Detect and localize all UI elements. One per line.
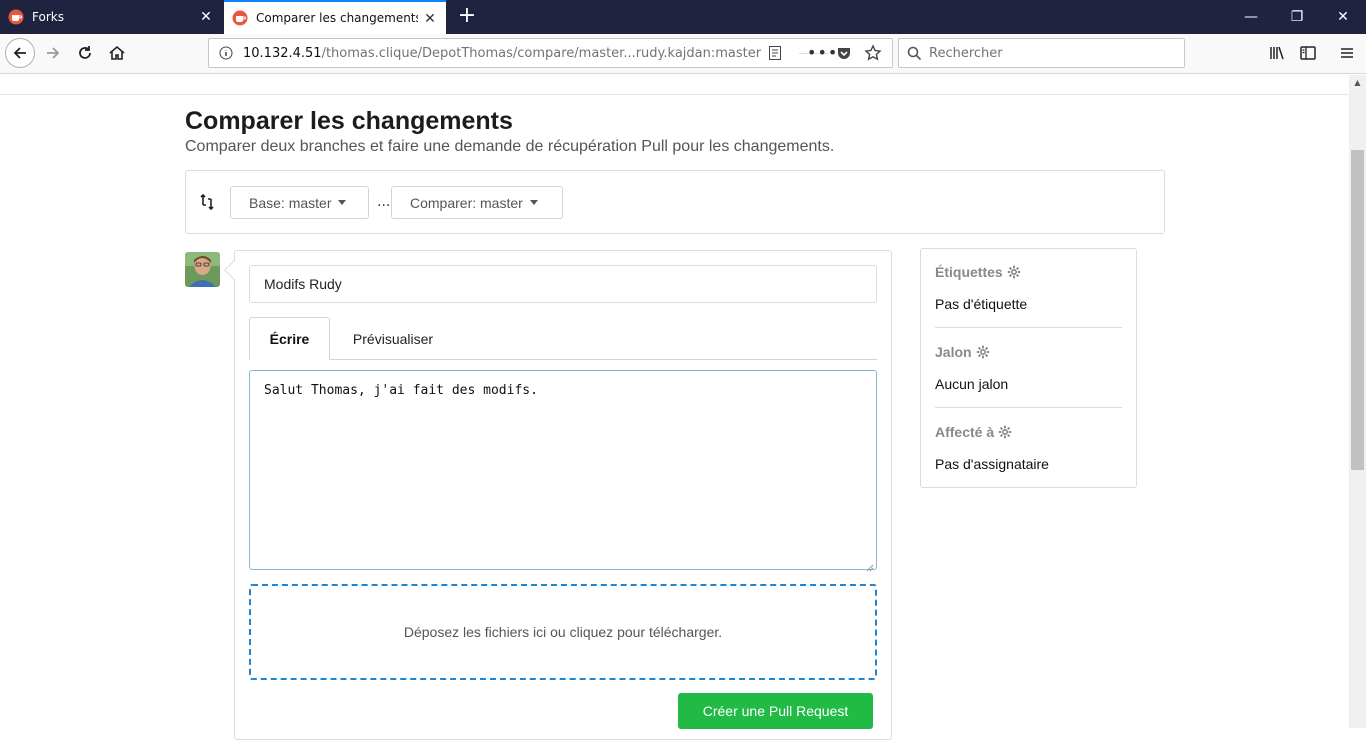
branch-separator: ... xyxy=(377,194,391,210)
pr-title-input[interactable] xyxy=(249,265,877,303)
base-branch-label: Base: master xyxy=(249,194,332,211)
bookmark-star-icon[interactable] xyxy=(864,44,882,66)
close-tab-icon[interactable]: ✕ xyxy=(422,11,438,27)
browser-tab-forks[interactable]: Forks ✕ xyxy=(0,0,222,34)
pr-body-textarea[interactable]: Salut Thomas, j'ai fait des modifs. xyxy=(249,370,877,570)
gear-icon[interactable] xyxy=(998,425,1012,439)
scrollbar-thumb[interactable] xyxy=(1351,150,1364,470)
url-path: /thomas.clique/DepotThomas/compare/maste… xyxy=(321,45,762,61)
base-branch-dropdown[interactable]: Base: master xyxy=(230,186,369,219)
minimize-icon[interactable]: — xyxy=(1228,0,1274,34)
labels-value: Pas d'étiquette xyxy=(935,296,1028,312)
caret-down-icon xyxy=(338,200,347,205)
reload-icon[interactable] xyxy=(70,38,100,68)
library-icon[interactable] xyxy=(1262,38,1292,68)
close-tab-icon[interactable]: ✕ xyxy=(198,9,214,25)
tab-title: Forks xyxy=(32,10,64,24)
issue-sidebar: Étiquettes Pas d'étiquette Jalon Aucun j… xyxy=(920,248,1137,488)
tab-write[interactable]: Écrire xyxy=(249,317,330,360)
search-placeholder: Rechercher xyxy=(929,45,1003,61)
page-actions-icon[interactable]: ••• xyxy=(807,43,838,62)
search-bar[interactable]: Rechercher xyxy=(898,38,1185,68)
create-pull-request-button[interactable]: Créer une Pull Request xyxy=(678,693,873,729)
avatar[interactable] xyxy=(185,252,220,287)
back-icon[interactable] xyxy=(5,38,35,68)
tab-preview[interactable]: Prévisualiser xyxy=(330,317,456,360)
scroll-up-arrow-icon[interactable]: ▲ xyxy=(1351,78,1364,90)
milestone-heading[interactable]: Jalon xyxy=(935,344,990,360)
dropzone-text: Déposez les fichiers ici ou cliquez pour… xyxy=(403,624,723,640)
assignee-heading[interactable]: Affecté à xyxy=(935,424,1012,440)
browser-tab-bar: Forks ✕ Comparer les changements - G ✕ +… xyxy=(0,0,1366,34)
gitea-favicon-icon xyxy=(8,9,24,25)
home-icon[interactable] xyxy=(102,38,132,68)
compare-branch-label: Comparer: master xyxy=(410,194,523,211)
milestone-heading-text: Jalon xyxy=(935,344,972,360)
resize-grip-icon[interactable] xyxy=(864,557,874,572)
caret-down-icon xyxy=(529,200,538,205)
browser-nav-bar: 10.132.4.51/thomas.clique/DepotThomas/co… xyxy=(0,34,1366,74)
pocket-icon[interactable] xyxy=(836,45,852,65)
branch-selector-bar: Base: master ... Comparer: master xyxy=(185,170,1165,234)
gear-icon[interactable] xyxy=(1007,265,1021,279)
labels-heading[interactable]: Étiquettes xyxy=(935,264,1021,280)
header-divider xyxy=(0,94,1349,95)
info-icon[interactable] xyxy=(209,46,243,60)
labels-heading-text: Étiquettes xyxy=(935,264,1003,280)
new-tab-icon[interactable]: + xyxy=(454,3,480,29)
url-host: 10.132.4.51 xyxy=(243,45,322,61)
browser-tab-compare[interactable]: Comparer les changements - G ✕ xyxy=(224,0,446,34)
sidebar-icon[interactable] xyxy=(1293,38,1323,68)
page-subtitle: Comparer deux branches et faire une dema… xyxy=(185,138,835,155)
milestone-value: Aucun jalon xyxy=(935,376,1009,392)
compare-branch-dropdown[interactable]: Comparer: master xyxy=(391,186,563,219)
search-icon xyxy=(899,46,929,61)
page-title: Comparer les changements xyxy=(185,107,513,135)
window-close-icon[interactable]: ✕ xyxy=(1320,0,1366,34)
reader-view-icon[interactable] xyxy=(767,45,783,65)
tab-title: Comparer les changements - G xyxy=(256,11,418,25)
menu-icon[interactable] xyxy=(1332,38,1362,68)
file-dropzone[interactable]: Déposez les fichiers ici ou cliquez pour… xyxy=(249,584,877,680)
git-compare-icon xyxy=(199,193,215,215)
sidebar-divider xyxy=(935,327,1122,328)
forward-icon[interactable] xyxy=(38,38,68,68)
gear-icon[interactable] xyxy=(976,345,990,359)
assignee-heading-text: Affecté à xyxy=(935,424,995,440)
url-bar[interactable]: 10.132.4.51/thomas.clique/DepotThomas/co… xyxy=(208,38,893,68)
sidebar-divider xyxy=(935,407,1122,408)
assignee-value: Pas d'assignataire xyxy=(935,456,1049,472)
restore-icon[interactable]: ❐ xyxy=(1274,0,1320,34)
gitea-favicon-icon xyxy=(232,10,248,26)
